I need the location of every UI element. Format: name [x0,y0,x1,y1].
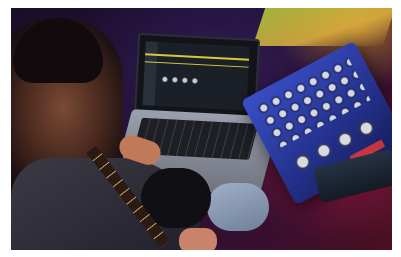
software-sidebar [142,41,158,106]
lamp-glow [252,8,392,46]
person-hair [13,18,103,83]
software-highlight-bar [145,53,250,61]
person-knee [207,183,269,231]
software-highlight-line [144,61,249,68]
plucking-hand [179,228,217,250]
software-knob-row [159,74,201,87]
photo [11,8,392,250]
laptop-software-ui [142,41,250,111]
